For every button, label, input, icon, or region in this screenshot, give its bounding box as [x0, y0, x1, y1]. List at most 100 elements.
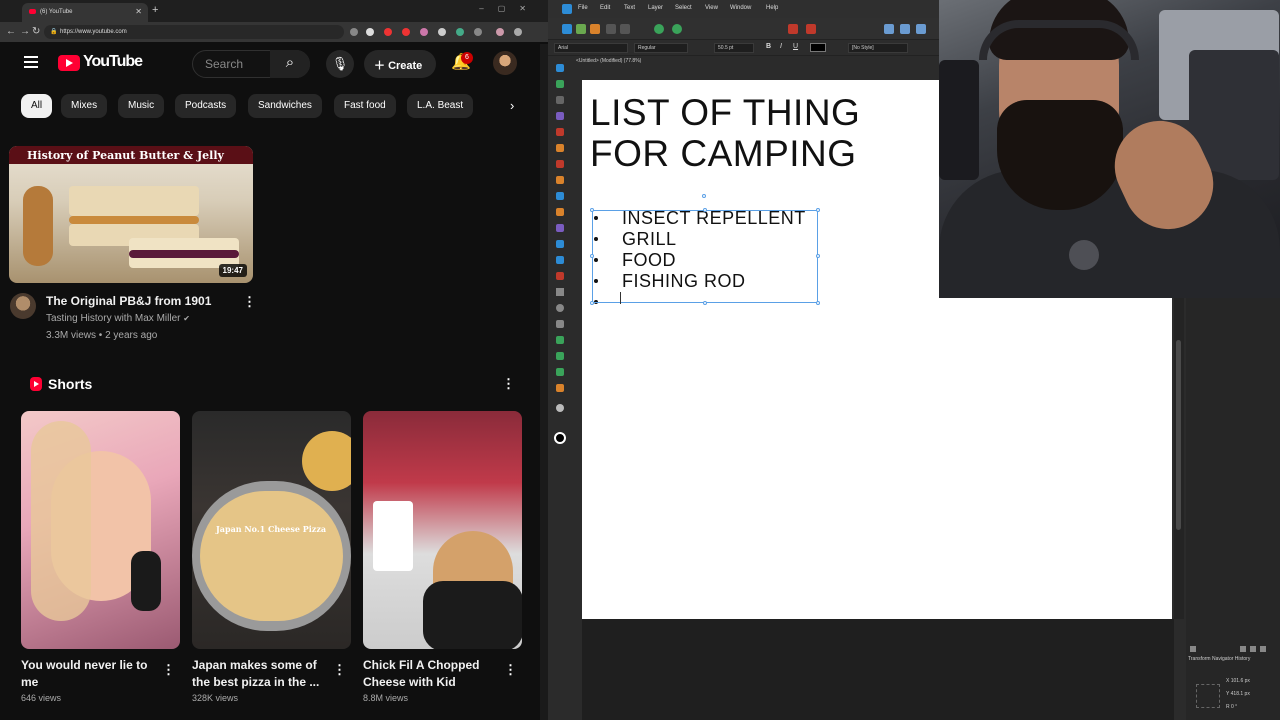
align-icon[interactable]	[884, 24, 894, 34]
panel-tabs[interactable]: Transform Navigator History	[1188, 656, 1250, 662]
crop-tool-icon[interactable]	[556, 176, 564, 184]
browser-scrollbar[interactable]	[540, 44, 548, 720]
extension-icon[interactable]	[384, 28, 392, 36]
fill-tool-icon[interactable]	[556, 192, 564, 200]
hamburger-menu-icon[interactable]	[24, 56, 38, 68]
pencil-tool-icon[interactable]	[556, 160, 564, 168]
snapping-icon[interactable]	[672, 24, 682, 34]
menu-file[interactable]: File	[578, 5, 588, 11]
menu-select[interactable]: Select	[675, 5, 692, 11]
shape-tool-icon[interactable]	[556, 112, 564, 120]
node-tool-icon[interactable]	[556, 96, 564, 104]
resize-handle[interactable]	[703, 208, 707, 212]
short-thumbnail[interactable]: Japan No.1 Cheese Pizza	[192, 411, 351, 649]
panel-icon[interactable]	[1240, 646, 1246, 652]
chip-all[interactable]: All	[21, 94, 53, 118]
color-swatch-icon[interactable]	[554, 432, 566, 444]
resize-handle[interactable]	[816, 254, 820, 258]
new-tab-icon[interactable]: +	[152, 4, 158, 16]
snapping-icon[interactable]	[654, 24, 664, 34]
short-title[interactable]: You would never lie to me	[21, 657, 151, 691]
resize-handle[interactable]	[816, 301, 820, 305]
persona-icon[interactable]	[590, 24, 600, 34]
vector-brush-tool-icon[interactable]	[556, 272, 564, 280]
canvas-scrollbar-thumb[interactable]	[1176, 340, 1181, 530]
rectangle-tool-icon[interactable]	[556, 288, 564, 296]
short-title[interactable]: Chick Fil A Chopped Cheese with Kid	[363, 657, 493, 691]
artboard-tool-icon[interactable]	[556, 80, 564, 88]
search-icon[interactable]: ⌕	[270, 50, 310, 78]
browser-tab-youtube[interactable]: (6) YouTube ✕	[22, 3, 148, 22]
menu-layer[interactable]: Layer	[648, 5, 663, 11]
document-heading[interactable]: LIST OF THING FOR CAMPING	[590, 92, 860, 174]
url-field[interactable]: 🔒 https://www.youtube.com	[44, 25, 344, 39]
featured-video-thumbnail[interactable]: History of Peanut Butter & Jelly 19:47	[9, 146, 253, 283]
paragraph-style-select[interactable]: [No Style]	[848, 43, 908, 53]
close-tab-icon[interactable]: ✕	[135, 7, 142, 16]
short-thumbnail[interactable]	[21, 411, 180, 649]
menu-help[interactable]: Help	[766, 5, 778, 11]
pen-tool-icon[interactable]	[556, 144, 564, 152]
erase-tool-icon[interactable]	[556, 208, 564, 216]
account-avatar[interactable]	[493, 51, 517, 75]
gradient-tool-icon[interactable]	[556, 240, 564, 248]
anchor-selector[interactable]	[1196, 684, 1220, 708]
bold-button[interactable]: B	[766, 43, 771, 50]
panel-icon[interactable]	[1190, 646, 1196, 652]
reload-icon[interactable]: ↻	[32, 26, 40, 37]
video-title[interactable]: The Original PB&J from 1901	[46, 294, 211, 308]
align-icon[interactable]	[916, 24, 926, 34]
extension-icon[interactable]	[438, 28, 446, 36]
zoom-tool-icon[interactable]	[556, 404, 564, 412]
chip-podcasts[interactable]: Podcasts	[175, 94, 237, 118]
short-more-icon[interactable]: ⋮	[504, 662, 517, 678]
extension-icon[interactable]	[456, 28, 464, 36]
youtube-logo-text[interactable]: YouTube	[83, 53, 143, 71]
chip-mixes[interactable]: Mixes	[61, 94, 108, 118]
window-controls[interactable]: –▢✕	[479, 4, 540, 13]
channel-name[interactable]: Tasting History with Max Miller ✔	[46, 313, 190, 324]
chevron-right-icon[interactable]: ›	[510, 98, 514, 113]
create-button[interactable]: ＋ Create	[364, 50, 436, 78]
text-color-swatch[interactable]	[810, 43, 826, 52]
youtube-logo-icon[interactable]	[58, 55, 80, 71]
toolbar-icon[interactable]	[806, 24, 816, 34]
text-tool-icon[interactable]	[556, 352, 564, 360]
frame-text-tool-icon[interactable]	[556, 336, 564, 344]
chip-sandwiches[interactable]: Sandwiches	[248, 94, 322, 118]
menu-icon[interactable]	[514, 28, 522, 36]
chip-music[interactable]: Music	[118, 94, 165, 118]
back-icon[interactable]: ←	[6, 26, 16, 37]
resize-handle[interactable]	[590, 208, 594, 212]
underline-button[interactable]: U	[793, 43, 798, 50]
menu-edit[interactable]: Edit	[600, 5, 610, 11]
more-options-icon[interactable]: ⋮	[243, 294, 256, 310]
short-title[interactable]: Japan makes some of the best pizza in th…	[192, 657, 322, 691]
extension-icon[interactable]	[420, 28, 428, 36]
brush-tool-icon[interactable]	[556, 128, 564, 136]
align-icon[interactable]	[900, 24, 910, 34]
document-tab[interactable]: <Untitled> (Modified) (77.8%)	[576, 58, 641, 64]
extension-icon[interactable]	[350, 28, 358, 36]
menu-view[interactable]: View	[705, 5, 718, 11]
font-style-select[interactable]: Regular	[634, 43, 688, 53]
resize-handle[interactable]	[590, 301, 594, 305]
extension-icon[interactable]	[366, 28, 374, 36]
chip-fast-food[interactable]: Fast food	[334, 94, 396, 118]
move-tool-icon[interactable]	[556, 64, 564, 72]
resize-handle[interactable]	[590, 254, 594, 258]
extension-icon[interactable]	[402, 28, 410, 36]
picker-tool-icon[interactable]	[556, 384, 564, 392]
rotate-handle[interactable]	[702, 194, 706, 198]
resize-handle[interactable]	[703, 301, 707, 305]
chip-la-beast[interactable]: L.A. Beast	[407, 94, 474, 118]
toolbar-icon[interactable]	[620, 24, 630, 34]
panel-icon[interactable]	[1250, 646, 1256, 652]
forward-icon[interactable]: →	[20, 26, 30, 37]
extension-icon[interactable]	[474, 28, 482, 36]
italic-button[interactable]: I	[780, 43, 782, 50]
rounded-rect-tool-icon[interactable]	[556, 320, 564, 328]
font-size-field[interactable]: 50.5 pt	[714, 43, 754, 53]
transform-height[interactable]: Y 418.1 px	[1226, 691, 1250, 697]
menu-window[interactable]: Window	[730, 5, 751, 11]
